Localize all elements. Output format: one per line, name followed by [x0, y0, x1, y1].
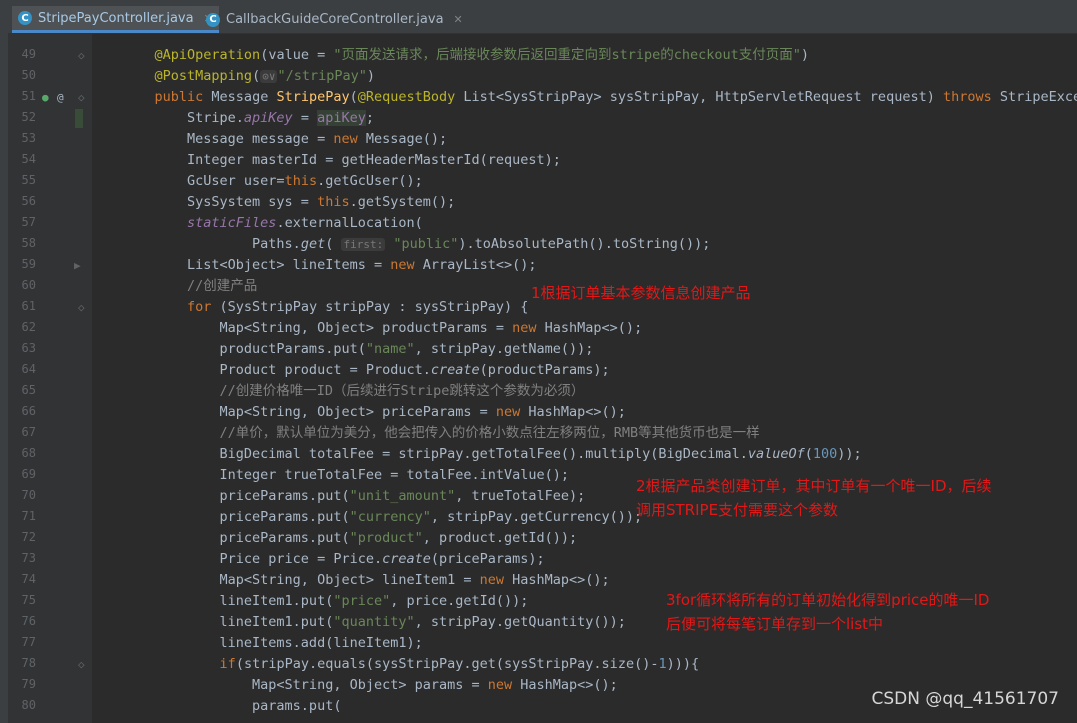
code-line[interactable]: Map<String, Object> productParams = new … [122, 318, 643, 339]
code-line[interactable]: @ApiOperation(value = "页面发送请求，后端接收参数后返回重… [122, 45, 810, 66]
line-number: 61 [21, 299, 36, 313]
code-line[interactable]: BigDecimal totalFee = stripPay.getTotalF… [122, 444, 862, 465]
annotation-step-2: 2根据产品类创建订单，其中订单有一个唯一ID，后续 调用STRIPE支付需要这个… [636, 474, 992, 522]
tab-label: CallbackGuideCoreController.java [226, 12, 444, 27]
code-line[interactable]: Paths.get( first: "public").toAbsolutePa… [122, 234, 710, 255]
annotation-text: 1根据订单基本参数信息创建产品 [531, 284, 751, 302]
code-line[interactable]: Map<String, Object> priceParams = new Ha… [122, 402, 626, 423]
code-line[interactable]: priceParams.put("currency", stripPay.get… [122, 507, 643, 528]
code-line[interactable]: for (SysStripPay stripPay : sysStripPay)… [122, 297, 528, 318]
annotation-text: 2根据产品类创建订单，其中订单有一个唯一ID，后续 [636, 477, 992, 495]
line-number: 54 [21, 152, 36, 166]
run-gutter-icon[interactable]: ● [42, 87, 49, 108]
code-line[interactable]: Integer masterId = getHeaderMasterId(req… [122, 150, 561, 171]
line-number: 60 [21, 278, 36, 292]
line-number: 73 [21, 551, 36, 565]
line-number: 75 [21, 593, 36, 607]
line-number: 63 [21, 341, 36, 355]
line-number: 64 [21, 362, 36, 376]
line-number: 57 [21, 215, 36, 229]
code-line[interactable]: params.put( [122, 696, 341, 717]
fold-icon[interactable]: ◇ [78, 297, 85, 318]
annotation-text: 调用STRIPE支付需要这个参数 [636, 501, 839, 519]
code-line[interactable]: Price price = Price.create(priceParams); [122, 549, 545, 570]
code-line[interactable]: GcUser user=this.getGcUser(); [122, 171, 423, 192]
code-line[interactable]: //创建产品 [122, 276, 257, 297]
line-number: 53 [21, 131, 36, 145]
close-icon[interactable]: ✕ [454, 13, 463, 26]
editor-tab-bar: C StripePayController.java ✕ C CallbackG… [0, 0, 1077, 34]
fold-icon[interactable]: ◇ [78, 654, 85, 675]
line-number: 76 [21, 614, 36, 628]
annotation-text: 3for循环将所有的订单初始化得到price的唯一ID [666, 591, 990, 609]
fold-icon[interactable]: ◇ [78, 45, 85, 66]
annotation-gutter-icon[interactable]: @ [57, 87, 64, 108]
line-number: 67 [21, 425, 36, 439]
code-line[interactable]: productParams.put("name", stripPay.getNa… [122, 339, 594, 360]
code-line[interactable]: //创建价格唯一ID（后续进行Stripe跳转这个参数为必须） [122, 381, 585, 402]
code-line[interactable]: Stripe.apiKey = apiKey; [122, 108, 374, 129]
annotation-step-3: 3for循环将所有的订单初始化得到price的唯一ID 后便可将每笔订单存到一个… [666, 588, 989, 636]
code-line[interactable]: if(stripPay.equals(sysStripPay.get(sysSt… [122, 654, 700, 675]
code-line[interactable]: @PostMapping(⊙∨ "/stripPay") [122, 66, 375, 87]
line-number: 62 [21, 320, 36, 334]
line-number: 52 [21, 110, 36, 124]
code-line[interactable]: public Message StripePay(@RequestBody Li… [122, 87, 1077, 108]
code-line[interactable]: Integer trueTotalFee = totalFee.intValue… [122, 465, 570, 486]
line-number: 66 [21, 404, 36, 418]
code-line[interactable]: List<Object> lineItems = new ArrayList<>… [122, 255, 537, 276]
code-line[interactable]: Map<String, Object> lineItem1 = new Hash… [122, 570, 610, 591]
code-line[interactable]: //单价，默认单位为美分，他会把传入的价格小数点往左移两位，RMB等其他货币也是… [122, 423, 760, 444]
line-number: 69 [21, 467, 36, 481]
change-marker [75, 109, 83, 128]
code-line[interactable]: staticFiles.externalLocation( [122, 213, 423, 234]
watermark: CSDN @qq_41561707 [871, 689, 1059, 709]
tab-callbackguidecorecontroller[interactable]: C CallbackGuideCoreController.java ✕ [200, 6, 469, 33]
code-line[interactable]: Product product = Product.create(product… [122, 360, 610, 381]
code-line[interactable]: priceParams.put("product", product.getId… [122, 528, 578, 549]
code-line[interactable]: priceParams.put("unit_amount", trueTotal… [122, 486, 586, 507]
line-number: 70 [21, 488, 36, 502]
tab-label: StripePayController.java [38, 10, 194, 26]
line-number: 78 [21, 656, 36, 670]
line-number: 55 [21, 173, 36, 187]
annotation-step-1: 1根据订单基本参数信息创建产品 [531, 281, 751, 305]
line-number: 77 [21, 635, 36, 649]
line-number: 74 [21, 572, 36, 586]
line-number: 59 [21, 257, 36, 271]
line-number: 51 [21, 89, 36, 103]
line-number: 58 [21, 236, 36, 250]
code-line[interactable]: lineItem1.put("price", price.getId()); [122, 591, 529, 612]
line-number: 71 [21, 509, 36, 523]
tool-window-strip [0, 33, 8, 723]
line-number: 65 [21, 383, 36, 397]
line-number: 79 [21, 677, 36, 691]
line-number: 68 [21, 446, 36, 460]
tab-stripepaycontroller[interactable]: C StripePayController.java ✕ [12, 6, 219, 33]
line-number: 56 [21, 194, 36, 208]
java-class-icon: C [206, 12, 220, 27]
code-line[interactable]: SysSystem sys = this.getSystem(); [122, 192, 455, 213]
annotation-text: 后便可将每笔订单存到一个list中 [666, 615, 884, 633]
fold-icon[interactable]: ◇ [78, 87, 85, 108]
code-line[interactable]: lineItem1.put("quantity", stripPay.getQu… [122, 612, 626, 633]
code-line[interactable]: Message message = new Message(); [122, 129, 447, 150]
java-class-icon: C [18, 11, 32, 25]
fold-icon[interactable]: ▶ [74, 255, 81, 276]
line-number: 72 [21, 530, 36, 544]
line-number: 50 [21, 68, 36, 82]
code-line[interactable]: lineItems.add(lineItem1); [122, 633, 423, 654]
line-number: 80 [21, 698, 36, 712]
code-line[interactable]: Map<String, Object> params = new HashMap… [122, 675, 618, 696]
line-number: 49 [21, 47, 36, 61]
